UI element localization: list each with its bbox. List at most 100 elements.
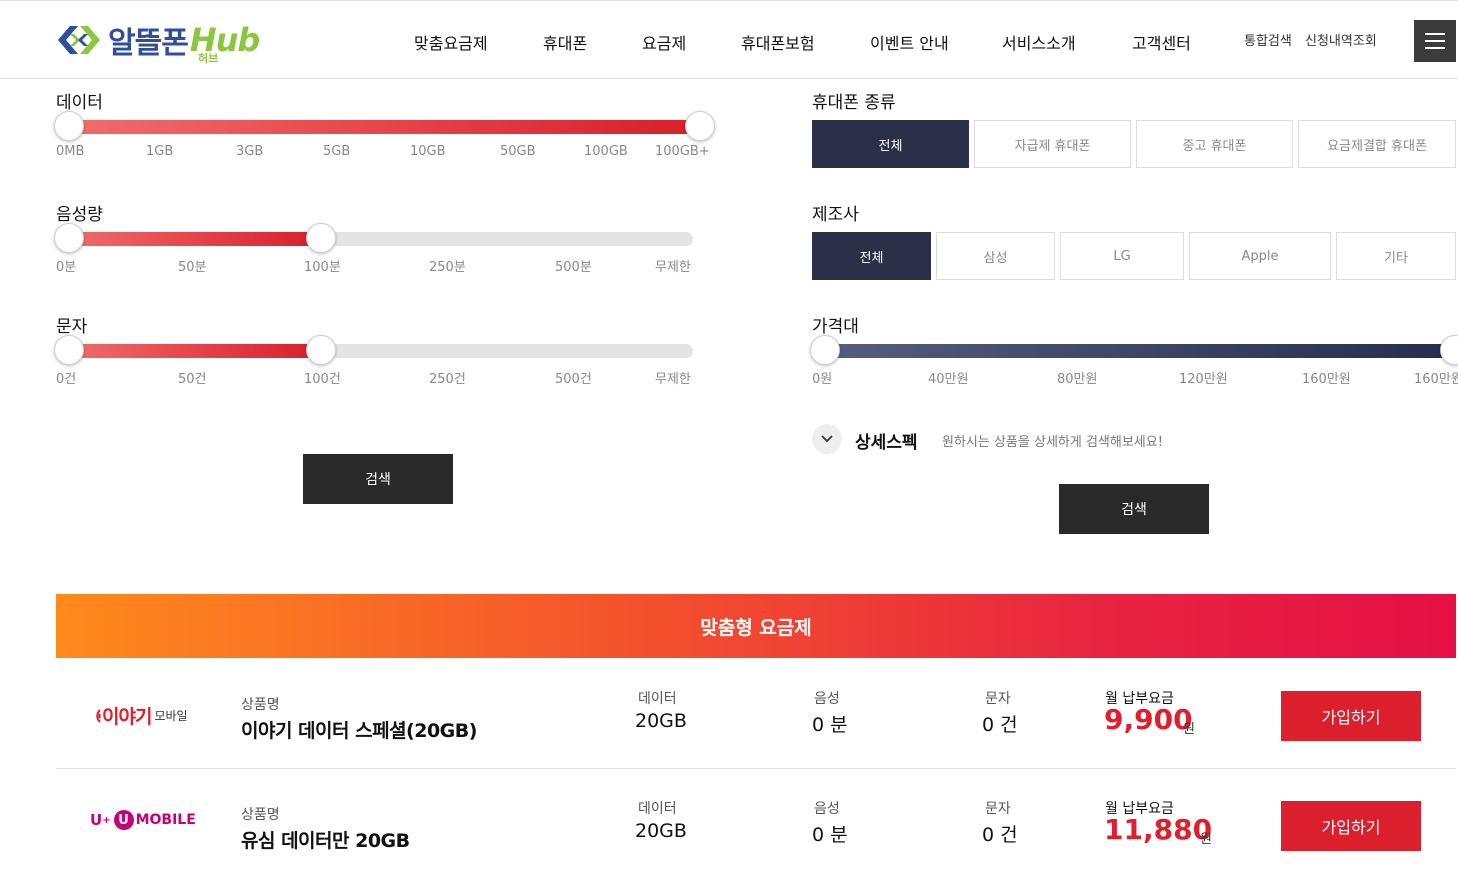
plan-row: 이야기 모바일 상품명 이야기 데이터 스페셜(20GB) 데이터 20GB 음… <box>56 658 1456 769</box>
price-tick: 0원 <box>812 372 833 387</box>
sms-tick: 100건 <box>304 372 341 387</box>
voice-tick: 0분 <box>56 260 77 275</box>
site-logo[interactable]: 알뜰폰 Hub 허브 <box>56 18 260 65</box>
phone-type-unlocked[interactable]: 자급제 휴대폰 <box>974 120 1131 168</box>
nav-plan[interactable]: 요금제 <box>642 30 686 54</box>
detail-spec-toggle[interactable] <box>812 424 842 454</box>
data-value: 20GB <box>635 710 687 732</box>
sms-label: 문자 <box>985 801 1011 817</box>
voice-tick: 500분 <box>555 260 592 275</box>
data-slider-max-handle[interactable] <box>685 111 715 141</box>
hamburger-menu-button[interactable] <box>1414 20 1456 62</box>
logo-text: 알뜰폰 <box>108 26 189 61</box>
data-tick: 50GB <box>500 144 536 159</box>
nav-phone[interactable]: 휴대폰 <box>543 30 587 54</box>
logo-sub: 허브 <box>198 52 219 65</box>
detail-spec-title[interactable]: 상세스펙 <box>855 428 918 453</box>
plan-row: U + U MOBILE 상품명 유심 데이터만 20GB 데이터 20GB 음… <box>56 768 1456 878</box>
price-tick: 160만원 <box>1302 372 1351 387</box>
maker-lg[interactable]: LG <box>1060 232 1184 280</box>
signal-icon <box>96 708 101 723</box>
data-label: 데이터 <box>638 691 677 707</box>
detail-spec-desc: 원하시는 상품을 상세하게 검색해보세요! <box>942 435 1163 450</box>
maker-all[interactable]: 전체 <box>812 232 931 280</box>
voice-tick: 100분 <box>304 260 341 275</box>
voice-slider-max-handle[interactable] <box>306 223 336 253</box>
data-label: 데이터 <box>638 801 677 817</box>
sms-tick: 500건 <box>555 372 592 387</box>
join-button[interactable]: 가입하기 <box>1281 691 1421 741</box>
maker-apple[interactable]: Apple <box>1189 232 1331 280</box>
site-header: 알뜰폰 Hub 허브 맞춤요금제 휴대폰 요금제 휴대폰보험 이벤트 안내 서비… <box>0 0 1458 79</box>
data-tick: 3GB <box>236 144 264 159</box>
price-slider-min-handle[interactable] <box>810 335 840 365</box>
sms-value: 0 건 <box>982 714 1018 736</box>
sms-filter-title: 문자 <box>56 317 88 337</box>
data-tick: 0MB <box>56 144 85 159</box>
product-name: 이야기 데이터 스페셜(20GB) <box>241 720 477 742</box>
nav-event[interactable]: 이벤트 안내 <box>870 30 949 54</box>
banner-title: 맞춤형 요금제 <box>700 616 812 639</box>
voice-slider-fill <box>62 232 320 246</box>
phone-search-button[interactable]: 검색 <box>1059 484 1209 534</box>
sms-tick: 50건 <box>178 372 207 387</box>
sms-value: 0 건 <box>982 824 1018 846</box>
maker-other[interactable]: 기타 <box>1336 232 1456 280</box>
sms-slider-fill <box>62 344 320 358</box>
plan-search-button[interactable]: 검색 <box>303 454 453 504</box>
sms-label: 문자 <box>985 691 1011 707</box>
carrier-logo-prefix: U <box>90 811 103 829</box>
voice-tick: 250분 <box>429 260 466 275</box>
fee-unit: 원 <box>1200 832 1212 847</box>
carrier-logo-umobile: U + U MOBILE <box>90 810 196 830</box>
phone-type-all[interactable]: 전체 <box>812 120 969 168</box>
monthly-fee: 9,900 <box>1104 703 1193 736</box>
price-tick: 160만원 <box>1414 372 1458 387</box>
util-order-lookup[interactable]: 신청내역조회 <box>1305 30 1377 49</box>
voice-label: 음성 <box>814 801 840 817</box>
nav-support[interactable]: 고객센터 <box>1132 30 1191 54</box>
data-slider-min-handle[interactable] <box>54 111 84 141</box>
data-tick: 1GB <box>146 144 174 159</box>
header-top-line <box>0 0 1458 1</box>
sms-tick: 무제한 <box>655 372 691 387</box>
price-slider-max-handle[interactable] <box>1440 335 1458 365</box>
monthly-fee: 11,880 <box>1104 813 1213 846</box>
carrier-logo-plus: + <box>102 814 111 826</box>
voice-value: 0 분 <box>812 824 848 846</box>
voice-value: 0 분 <box>812 714 848 736</box>
voice-label: 음성 <box>814 691 840 707</box>
voice-slider-min-handle[interactable] <box>54 223 84 253</box>
phone-type-bundled[interactable]: 요금제결합 휴대폰 <box>1298 120 1456 168</box>
price-range-title: 가격대 <box>812 317 859 337</box>
join-button[interactable]: 가입하기 <box>1281 801 1421 851</box>
carrier-logo-iyagi: 이야기 모바일 <box>90 702 188 729</box>
data-value: 20GB <box>635 820 687 842</box>
nav-service[interactable]: 서비스소개 <box>1002 30 1076 54</box>
nav-custom-plan[interactable]: 맞춤요금제 <box>414 30 488 54</box>
maker-samsung[interactable]: 삼성 <box>936 232 1055 280</box>
carrier-logo-main: 이야기 <box>102 706 152 728</box>
logo-icon <box>58 26 100 54</box>
data-slider-fill <box>62 120 700 134</box>
price-slider-fill <box>818 344 1458 358</box>
util-search[interactable]: 통합검색 <box>1244 30 1292 49</box>
product-name: 유심 데이터만 20GB <box>241 830 410 852</box>
price-tick: 40만원 <box>928 372 969 387</box>
carrier-logo-sub: 모바일 <box>154 709 188 723</box>
voice-filter-title: 음성량 <box>56 205 103 225</box>
carrier-logo-main: MOBILE <box>135 812 196 828</box>
data-tick: 100GB <box>584 144 628 159</box>
voice-tick: 무제한 <box>655 260 691 275</box>
voice-tick: 50분 <box>178 260 207 275</box>
sms-slider-max-handle[interactable] <box>306 335 336 365</box>
price-tick: 120만원 <box>1179 372 1228 387</box>
product-name-label: 상품명 <box>241 697 280 713</box>
phone-type-title: 휴대폰 종류 <box>812 93 896 113</box>
sms-tick: 0건 <box>56 372 77 387</box>
nav-insurance[interactable]: 휴대폰보험 <box>741 30 815 54</box>
carrier-logo-circle: U <box>113 810 134 830</box>
sms-slider-min-handle[interactable] <box>54 335 84 365</box>
data-tick: 10GB <box>410 144 446 159</box>
phone-type-used[interactable]: 중고 휴대폰 <box>1136 120 1293 168</box>
